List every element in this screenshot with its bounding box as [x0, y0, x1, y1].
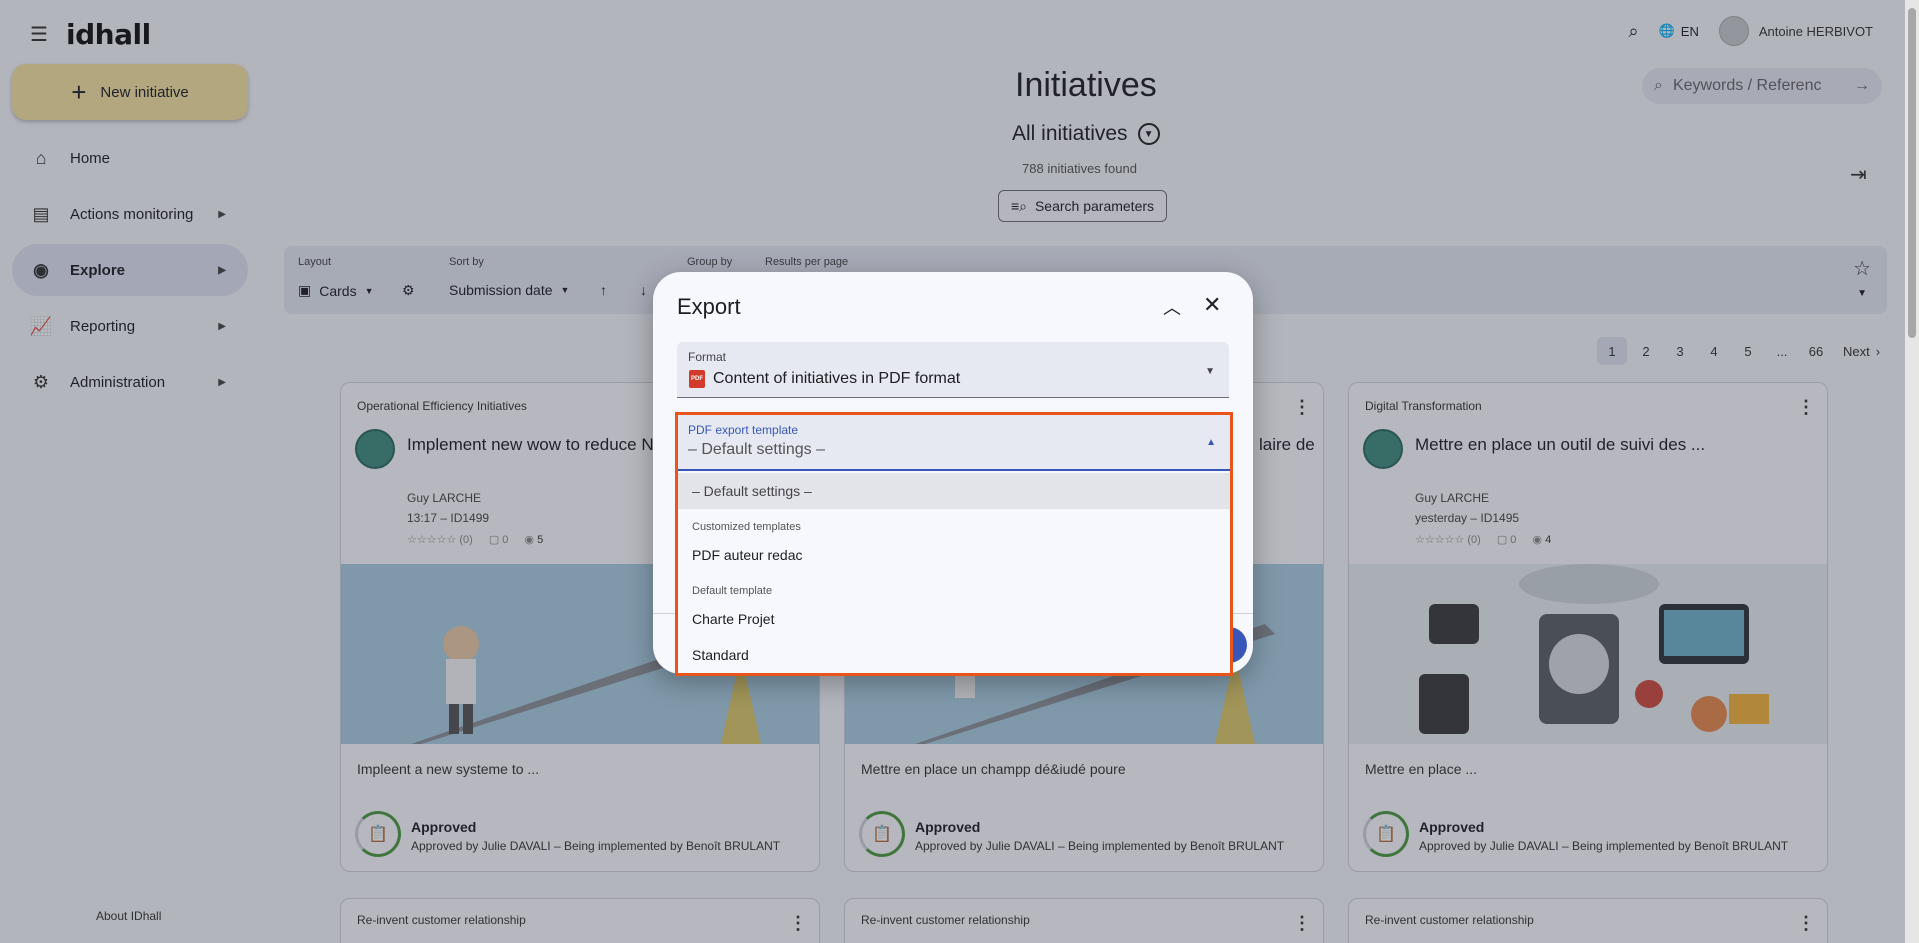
option-standard[interactable]: Standard	[678, 637, 1230, 673]
pdf-template-label: PDF export template	[688, 423, 799, 437]
pdf-template-options: – Default settings – Customized template…	[678, 473, 1230, 673]
chevron-up-icon[interactable]: ︿	[1163, 294, 1181, 320]
pdf-template-select[interactable]: PDF export template – Default settings –…	[675, 412, 1233, 676]
option-group-default: Default template	[692, 585, 773, 597]
pdf-template-field[interactable]: PDF export template – Default settings –…	[678, 415, 1230, 471]
format-value-text: Content of initiatives in PDF format	[713, 370, 961, 387]
option-group-customized: Customized templates	[692, 521, 801, 533]
pdf-template-value: – Default settings –	[688, 441, 825, 458]
scrollbar[interactable]	[1905, 0, 1919, 943]
option-pdf-auteur-redac[interactable]: PDF auteur redac	[678, 537, 1230, 573]
format-label: Format	[688, 350, 727, 364]
dialog-title: Export	[677, 294, 741, 319]
caret-up-icon: ▲	[1206, 437, 1216, 448]
close-icon[interactable]: ✕	[1203, 292, 1221, 318]
caret-down-icon: ▼	[1205, 366, 1215, 377]
format-value: PDF Content of initiatives in PDF format	[689, 370, 960, 388]
scrollbar-thumb[interactable]	[1908, 8, 1916, 338]
pdf-file-icon: PDF	[689, 370, 705, 388]
format-select[interactable]: Format PDF Content of initiatives in PDF…	[677, 342, 1229, 398]
option-charte-projet[interactable]: Charte Projet	[678, 601, 1230, 637]
option-default-settings[interactable]: – Default settings –	[678, 473, 1230, 509]
